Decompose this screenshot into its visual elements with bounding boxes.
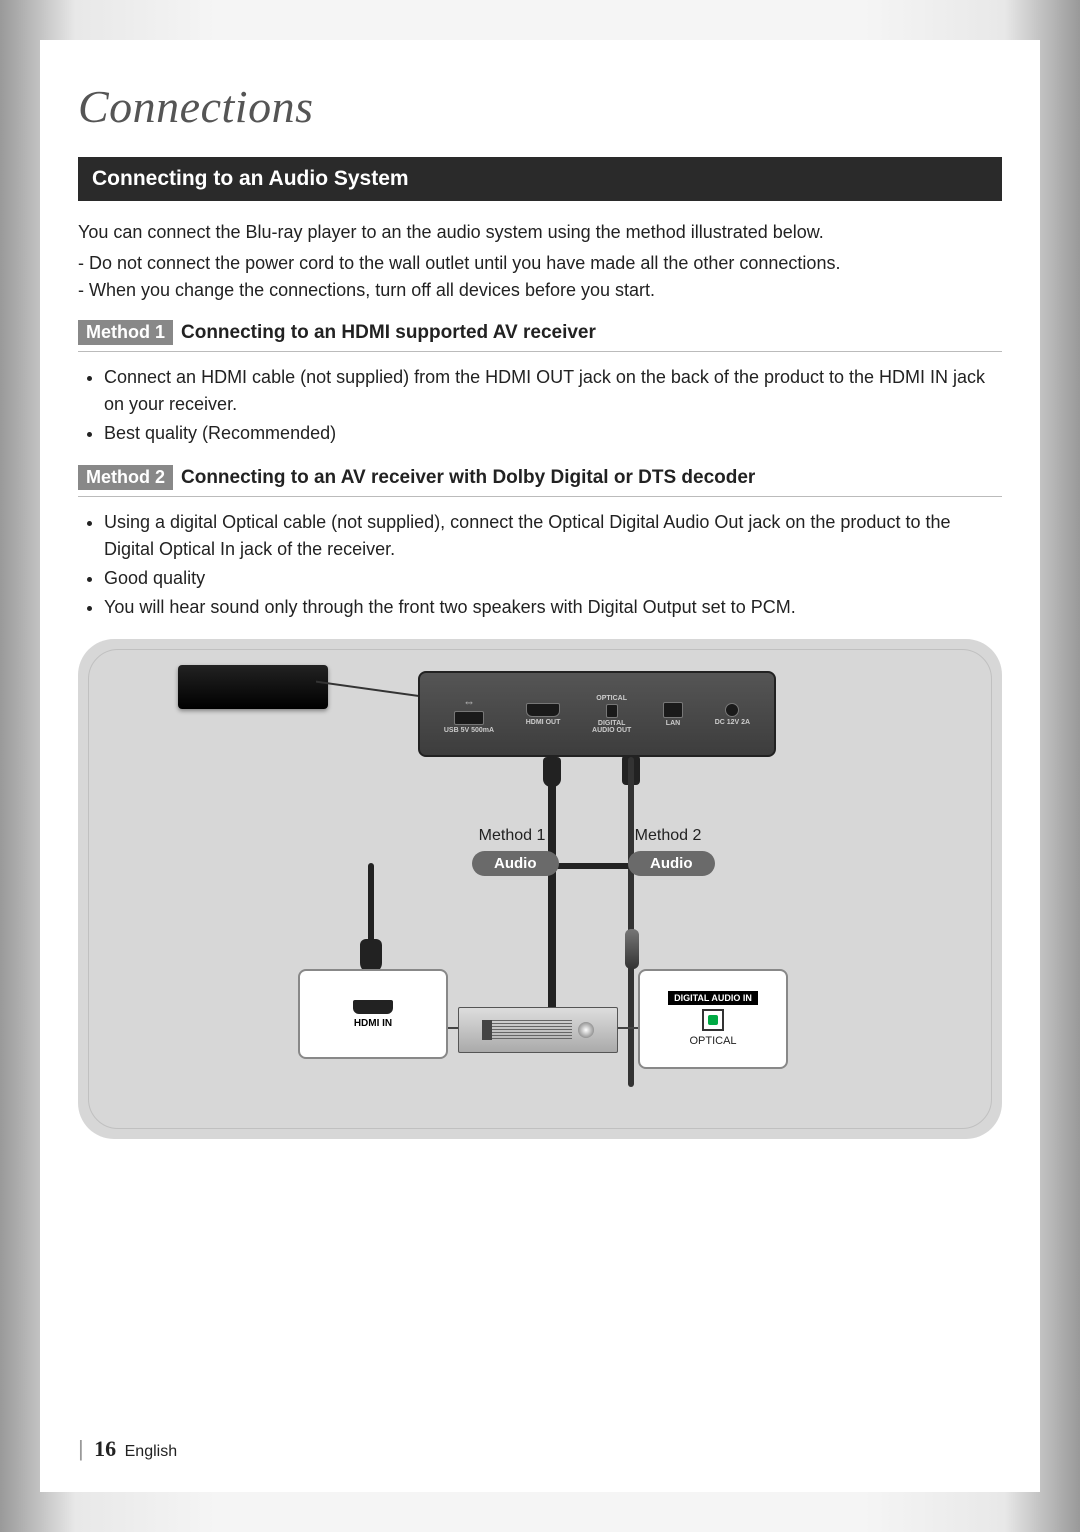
optical-in-socket-icon bbox=[702, 1009, 724, 1031]
hdmi-out-label: HDMI OUT bbox=[526, 719, 561, 726]
dc-label: DC 12V 2A bbox=[715, 719, 750, 726]
digital-audio-out-label: DIGITAL AUDIO OUT bbox=[592, 720, 631, 734]
hdmi-in-label: HDMI IN bbox=[354, 1018, 392, 1029]
chapter-title: Connections bbox=[78, 80, 1002, 133]
footer-language: English bbox=[125, 1443, 177, 1460]
method1-diagram-label: Method 1 bbox=[462, 827, 562, 845]
device-back-panel: ⇔ USB 5V 500mA HDMI OUT OPTICAL DIGITAL … bbox=[418, 671, 776, 757]
method2-bullets: Using a digital Optical cable (not suppl… bbox=[78, 509, 1002, 621]
cable-segment-icon bbox=[548, 863, 628, 869]
list-item: You will hear sound only through the fro… bbox=[104, 594, 1002, 621]
method1-title: Connecting to an HDMI supported AV recei… bbox=[181, 322, 596, 344]
method2-heading: Method 2 Connecting to an AV receiver wi… bbox=[78, 465, 1002, 497]
optical-plug-icon bbox=[625, 929, 639, 969]
hdmi-plug-icon bbox=[360, 939, 382, 973]
method1-bullets: Connect an HDMI cable (not supplied) fro… bbox=[78, 364, 1002, 447]
optical-out-port-icon: OPTICAL DIGITAL AUDIO OUT bbox=[592, 695, 631, 734]
av-receiver-icon bbox=[458, 1007, 618, 1053]
hdmi-cable-icon bbox=[548, 757, 556, 1047]
list-item: Using a digital Optical cable (not suppl… bbox=[104, 509, 1002, 563]
intro-note: When you change the connections, turn of… bbox=[92, 277, 1002, 304]
dc-port-icon: DC 12V 2A bbox=[715, 703, 750, 726]
bluray-player-icon bbox=[178, 665, 328, 709]
usb-port-label: USB 5V 500mA bbox=[444, 727, 494, 734]
method1-heading: Method 1 Connecting to an HDMI supported… bbox=[78, 320, 1002, 352]
hdmi-in-socket-icon bbox=[353, 1000, 393, 1014]
lan-label: LAN bbox=[666, 720, 680, 727]
list-item: Best quality (Recommended) bbox=[104, 420, 1002, 447]
connection-diagram: ⇔ USB 5V 500mA HDMI OUT OPTICAL DIGITAL … bbox=[78, 639, 1002, 1139]
optical-label: OPTICAL bbox=[689, 1035, 736, 1047]
section-heading-bar: Connecting to an Audio System bbox=[78, 157, 1002, 201]
optical-receiver-box: DIGITAL AUDIO IN OPTICAL bbox=[638, 969, 788, 1069]
optical-cable-icon bbox=[628, 757, 634, 1087]
method2-badge: Method 2 bbox=[78, 465, 173, 490]
method2-title: Connecting to an AV receiver with Dolby … bbox=[181, 467, 755, 489]
optical-top-label: OPTICAL bbox=[596, 695, 627, 702]
intro-notes-list: Do not connect the power cord to the wal… bbox=[78, 250, 1002, 304]
page: Connections Connecting to an Audio Syste… bbox=[40, 40, 1040, 1492]
method1-badge: Method 1 bbox=[78, 320, 173, 345]
method2-diagram-label: Method 2 bbox=[618, 827, 718, 845]
list-item: Connect an HDMI cable (not supplied) fro… bbox=[104, 364, 1002, 418]
list-item: Good quality bbox=[104, 565, 1002, 592]
lan-port-icon: LAN bbox=[663, 702, 683, 727]
page-footer: | 16 English bbox=[78, 1436, 177, 1462]
audio-pill: Audio bbox=[472, 851, 559, 876]
hdmi-out-port-icon: HDMI OUT bbox=[526, 703, 561, 726]
intro-note: Do not connect the power cord to the wal… bbox=[92, 250, 1002, 277]
usb-port-icon: ⇔ USB 5V 500mA bbox=[444, 695, 494, 734]
footer-divider-icon: | bbox=[78, 1436, 84, 1461]
hdmi-receiver-box: HDMI IN bbox=[298, 969, 448, 1059]
page-number: 16 bbox=[94, 1436, 116, 1461]
audio-pill: Audio bbox=[628, 851, 715, 876]
intro-paragraph: You can connect the Blu-ray player to an… bbox=[78, 219, 1002, 246]
digital-audio-in-label: DIGITAL AUDIO IN bbox=[668, 991, 758, 1005]
